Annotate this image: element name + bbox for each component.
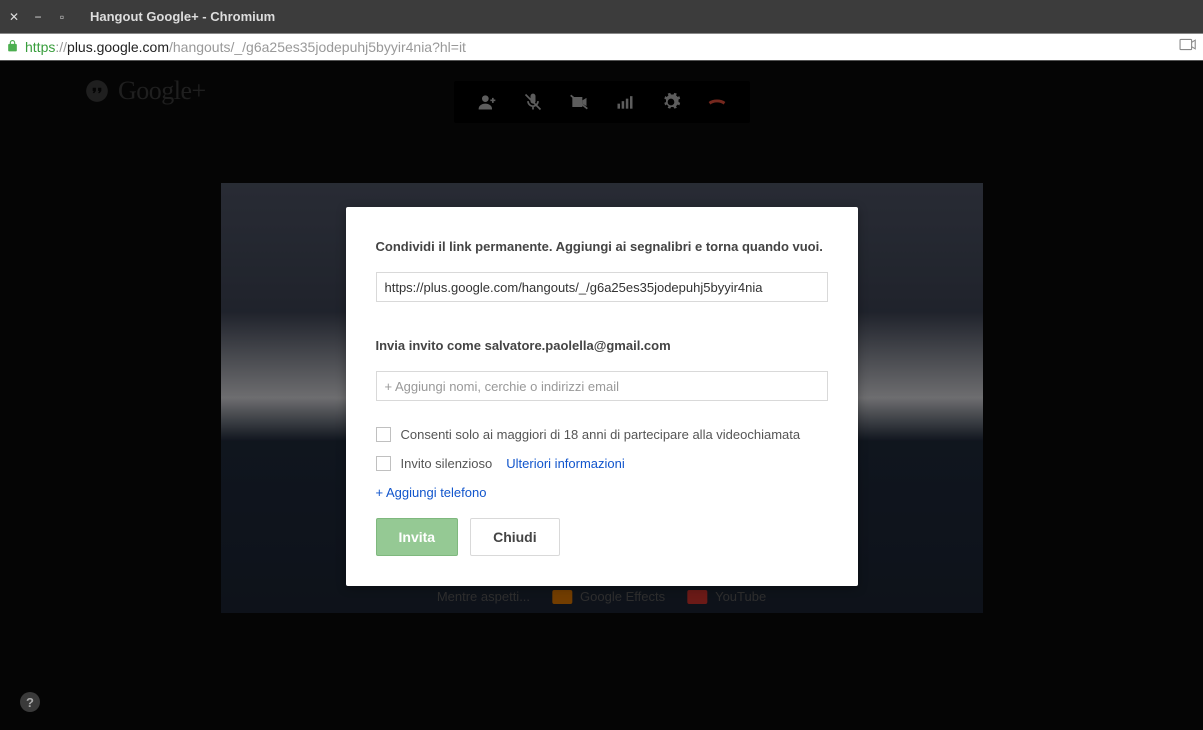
silent-invite-label: Invito silenzioso: [401, 456, 493, 471]
invite-button[interactable]: Invita: [376, 518, 459, 556]
url-text: https://plus.google.com/hangouts/_/g6a25…: [25, 39, 466, 55]
window-title: Hangout Google+ - Chromium: [90, 9, 275, 24]
minimize-window-icon[interactable]: −: [32, 11, 44, 23]
app-area: Google+ Mentre aspetti... Google Effects: [0, 61, 1203, 730]
window-controls: ✕ − ▫: [8, 11, 68, 23]
invite-modal: Condividi il link permanente. Aggiungi a…: [346, 207, 858, 586]
add-phone-link[interactable]: + Aggiungi telefono: [376, 485, 828, 500]
age-restrict-row[interactable]: Consenti solo ai maggiori di 18 anni di …: [376, 427, 828, 442]
close-button[interactable]: Chiudi: [470, 518, 560, 556]
modal-buttons: Invita Chiudi: [376, 518, 828, 556]
url-protocol: https: [25, 39, 55, 55]
lock-icon: [6, 39, 19, 56]
window-titlebar: ✕ − ▫ Hangout Google+ - Chromium: [0, 0, 1203, 33]
age-restrict-label: Consenti solo ai maggiori di 18 anni di …: [401, 427, 801, 442]
age-restrict-checkbox[interactable]: [376, 427, 391, 442]
url-sep: ://: [55, 39, 67, 55]
more-info-link[interactable]: Ulteriori informazioni: [506, 456, 624, 471]
invite-as-label: Invia invito come salvatore.paolella@gma…: [376, 338, 828, 353]
maximize-window-icon[interactable]: ▫: [56, 11, 68, 23]
silent-invite-row[interactable]: Invito silenzioso Ulteriori informazioni: [376, 456, 828, 471]
help-button[interactable]: ?: [20, 692, 40, 712]
share-link-prompt: Condividi il link permanente. Aggiungi a…: [376, 239, 828, 254]
close-window-icon[interactable]: ✕: [8, 11, 20, 23]
camera-indicator-icon[interactable]: [1179, 38, 1197, 56]
url-host: plus.google.com: [67, 39, 169, 55]
share-url-input[interactable]: [376, 272, 828, 302]
invite-contacts-input[interactable]: [376, 371, 828, 401]
address-bar[interactable]: https://plus.google.com/hangouts/_/g6a25…: [0, 33, 1203, 61]
url-path: /hangouts/_/g6a25es35jodepuhj5byyir4nia?…: [169, 39, 466, 55]
silent-invite-checkbox[interactable]: [376, 456, 391, 471]
